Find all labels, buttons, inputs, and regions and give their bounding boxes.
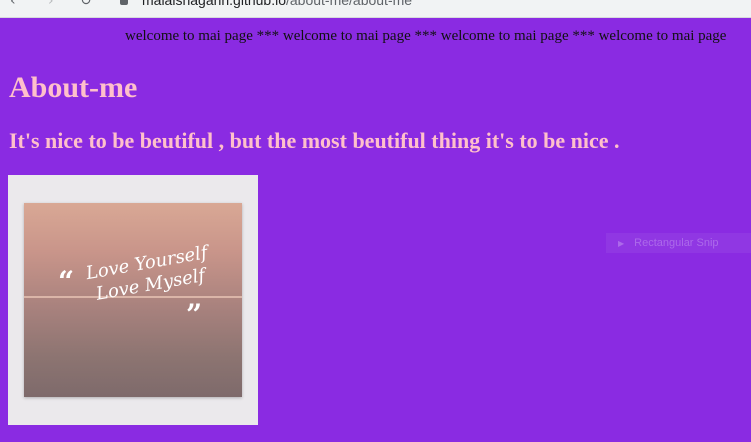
snip-overlay-item: ▶ Rectangular Snip (606, 233, 751, 253)
address-bar[interactable]: malaishagarin.github.io/about-me/about-m… (142, 0, 412, 8)
browser-toolbar: ‹ › ↻ malaishagarin.github.io/about-me/a… (0, 0, 751, 18)
love-yourself-image: “ Love Yourself Love Myself ” (8, 175, 258, 425)
welcome-marquee: welcome to mai page *** welcome to mai p… (125, 28, 727, 44)
arrow-forward-icon[interactable]: › (48, 0, 62, 8)
page-title: About-me (9, 71, 138, 104)
close-quote-icon: ” (186, 298, 203, 331)
canvas-print: “ Love Yourself Love Myself ” (24, 203, 242, 397)
play-icon: ▶ (618, 239, 625, 248)
page-tagline: It's nice to be beutiful , but the most … (9, 128, 620, 153)
arrow-back-icon[interactable]: ‹ (10, 0, 24, 8)
snip-overlay-label: Rectangular Snip (634, 237, 719, 249)
lock-icon[interactable] (120, 0, 128, 5)
url-host: malaishagarin.github.io (142, 0, 286, 8)
reload-icon[interactable]: ↻ (80, 0, 94, 8)
url-path: /about-me/about-me (285, 0, 413, 8)
open-quote-icon: “ (58, 265, 75, 298)
